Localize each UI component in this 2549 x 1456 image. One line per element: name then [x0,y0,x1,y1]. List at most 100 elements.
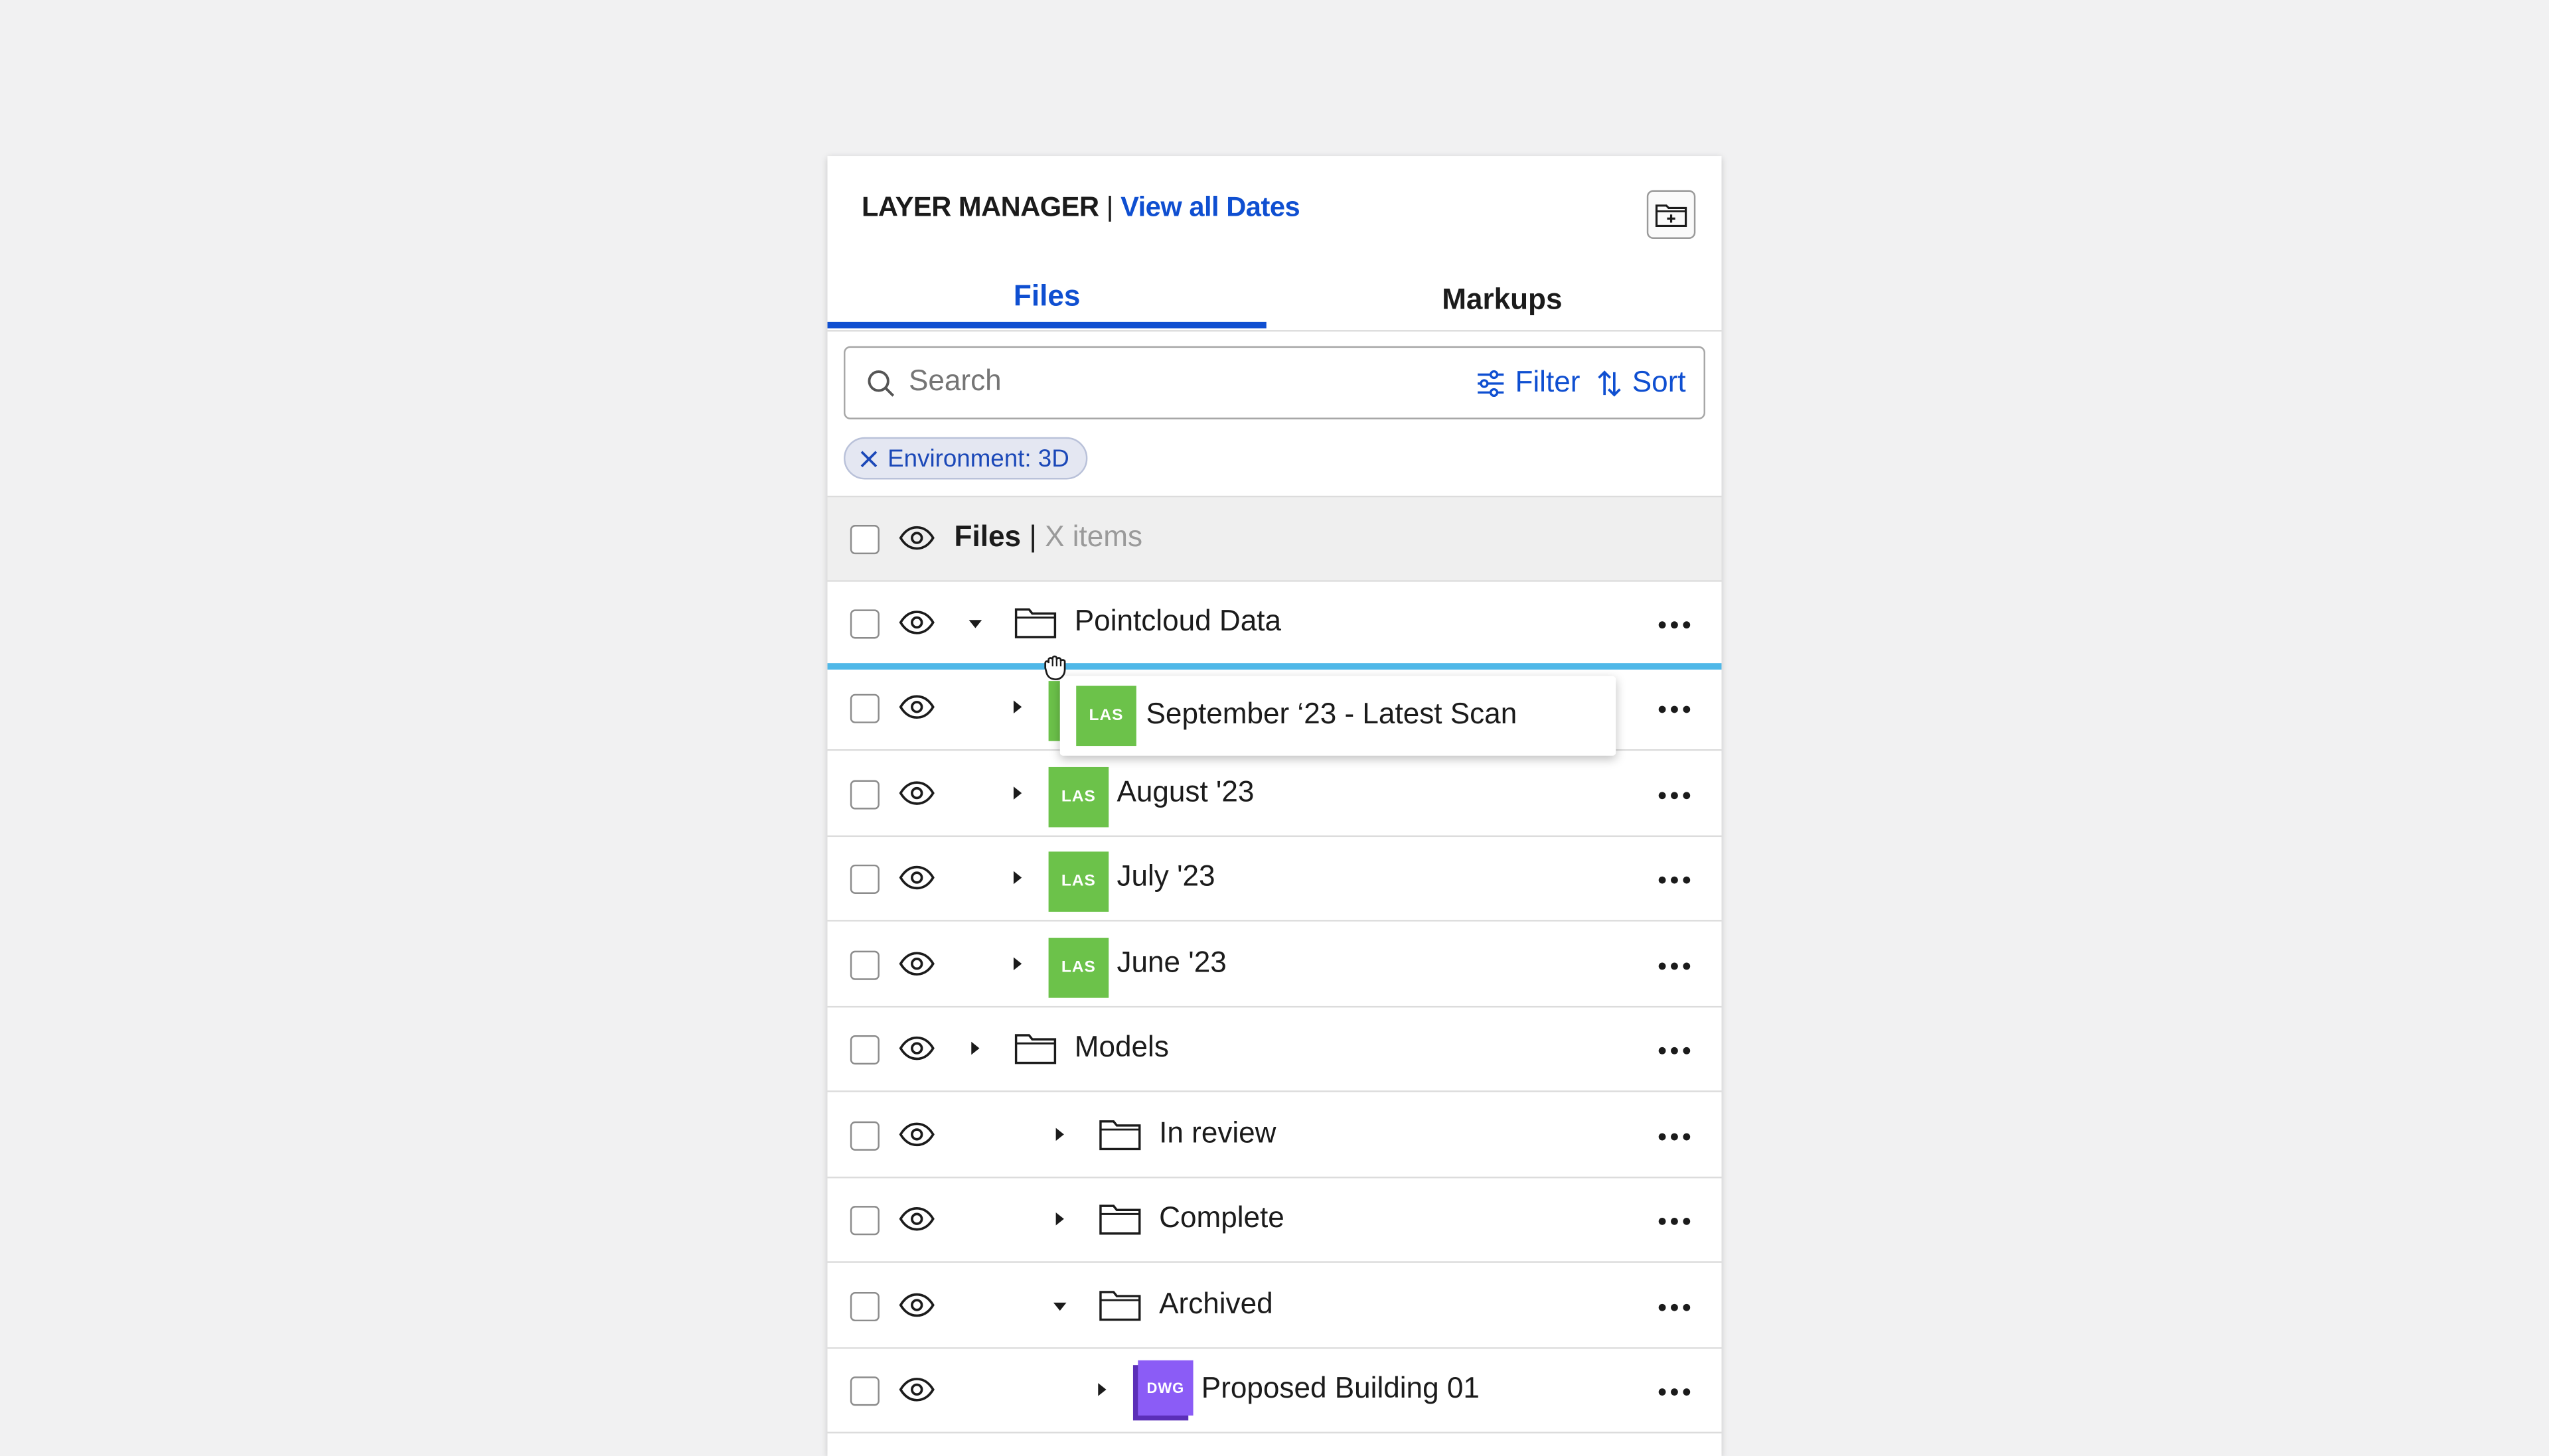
list-header-row: Files | X items [827,497,1722,582]
row-label: Pointcloud Data [1074,605,1282,638]
item-count: X items [1045,520,1143,553]
folder-icon [1099,1204,1141,1235]
las-file-badge: LAS [1048,766,1109,828]
row-checkbox[interactable] [850,1206,880,1236]
folder-plus-icon [1655,204,1687,228]
drag-preview-card[interactable]: LAS September ‘23 - Latest Scan [1059,676,1616,756]
eye-icon[interactable] [899,1035,935,1061]
panel-title: LAYER MANAGER [861,191,1099,223]
row-checkbox[interactable] [850,1035,880,1065]
more-options-icon[interactable] [1658,962,1691,970]
chip-label: Environment: 3D [888,444,1069,473]
eye-icon[interactable] [899,1206,935,1232]
row-label: Complete [1159,1201,1284,1234]
row-label: June '23 [1117,946,1227,979]
search-input[interactable] [908,364,1397,399]
drag-item-label: September ‘23 - Latest Scan [1146,697,1517,730]
filter-chip-environment[interactable]: Environment: 3D [844,437,1087,480]
view-all-dates-link[interactable]: View all Dates [1120,192,1300,223]
row-checkbox[interactable] [850,780,880,810]
eye-icon[interactable] [899,525,935,551]
caret-right-icon[interactable] [1055,1126,1065,1142]
add-folder-button[interactable] [1646,190,1696,240]
eye-icon[interactable] [899,865,935,891]
row-checkbox[interactable] [850,1376,880,1406]
row-label: August '23 [1117,775,1255,808]
las-file-badge: LAS [1048,938,1109,998]
panel-header: LAYER MANAGER | View all Dates [862,192,1300,224]
caret-right-icon[interactable] [1013,785,1023,801]
caret-right-icon[interactable] [970,1040,980,1056]
list-item-archived[interactable]: Archived [827,1264,1722,1349]
row-label: Archived [1159,1287,1273,1320]
list-item-july-23[interactable]: LAS July '23 [827,837,1722,922]
more-options-icon[interactable] [1658,792,1691,800]
folder-icon [1014,608,1057,638]
las-file-badge: LAS [1076,686,1136,747]
select-all-checkbox[interactable] [850,525,880,555]
list-header-separator: | [1029,520,1037,553]
row-label: In review [1159,1116,1276,1149]
grab-cursor-icon [1044,655,1066,681]
eye-icon[interactable] [899,1122,935,1147]
tab-files[interactable]: Files [827,270,1267,328]
row-checkbox[interactable] [850,950,880,980]
caret-right-icon[interactable] [1055,1210,1065,1226]
more-options-icon[interactable] [1658,1047,1691,1055]
eye-icon[interactable] [899,951,935,977]
list-item-august-23[interactable]: LAS August '23 [827,752,1722,837]
eye-icon[interactable] [899,609,935,635]
filter-button[interactable]: Filter [1476,366,1581,400]
folder-icon [1014,1034,1057,1064]
list-item-pointcloud-data[interactable]: Pointcloud Data [827,581,1722,667]
tab-bar: Files Markups [827,270,1722,332]
drop-indicator [827,663,1722,670]
list-header-title: Files [954,520,1022,553]
row-checkbox[interactable] [850,693,880,723]
caret-right-icon[interactable] [1013,869,1023,885]
filter-label: Filter [1515,366,1581,399]
caret-down-icon[interactable] [1051,1302,1067,1312]
list-item-in-review[interactable]: In review [827,1094,1722,1179]
sliders-icon [1478,369,1504,396]
row-label: Models [1074,1030,1169,1063]
caret-right-icon[interactable] [1013,699,1023,715]
folder-icon [1099,1120,1141,1151]
search-icon [868,370,895,397]
list-item-june-23[interactable]: LAS June '23 [827,923,1722,1008]
close-icon[interactable] [860,449,878,467]
list-item-models[interactable]: Models [827,1007,1722,1092]
caret-right-icon[interactable] [1013,956,1023,972]
header-separator: | [1106,191,1114,223]
sort-button[interactable]: Sort [1596,366,1686,400]
sort-label: Sort [1632,366,1686,399]
more-options-icon[interactable] [1658,1133,1691,1141]
more-options-icon[interactable] [1658,621,1691,629]
row-checkbox[interactable] [850,1121,880,1151]
tab-markups[interactable]: Markups [1282,270,1721,330]
search-bar: Filter Sort [844,346,1705,419]
row-label: Proposed Building 01 [1201,1371,1480,1404]
caret-down-icon[interactable] [967,619,983,629]
las-file-badge: LAS [1048,851,1109,912]
list-item-complete[interactable]: Complete [827,1178,1722,1263]
eye-icon[interactable] [899,1292,935,1318]
list-item-proposed-building-01[interactable]: DWG Proposed Building 01 [827,1348,1722,1434]
row-checkbox[interactable] [850,864,880,894]
eye-icon[interactable] [899,1376,935,1402]
more-options-icon[interactable] [1658,705,1691,713]
eye-icon[interactable] [899,694,935,720]
layer-manager-panel: LAYER MANAGER | View all Dates Files Mar… [827,156,1722,1456]
eye-icon[interactable] [899,780,935,806]
row-label: July '23 [1117,859,1215,893]
more-options-icon[interactable] [1658,1388,1691,1396]
more-options-icon[interactable] [1658,1303,1691,1311]
caret-right-icon[interactable] [1097,1382,1107,1398]
list-header-label: Files | X items [955,520,1143,554]
more-options-icon[interactable] [1658,876,1691,884]
row-checkbox[interactable] [850,1291,880,1322]
more-options-icon[interactable] [1658,1217,1691,1225]
dwg-file-badge: DWG [1138,1360,1194,1416]
folder-icon [1099,1291,1141,1321]
row-checkbox[interactable] [850,609,880,639]
